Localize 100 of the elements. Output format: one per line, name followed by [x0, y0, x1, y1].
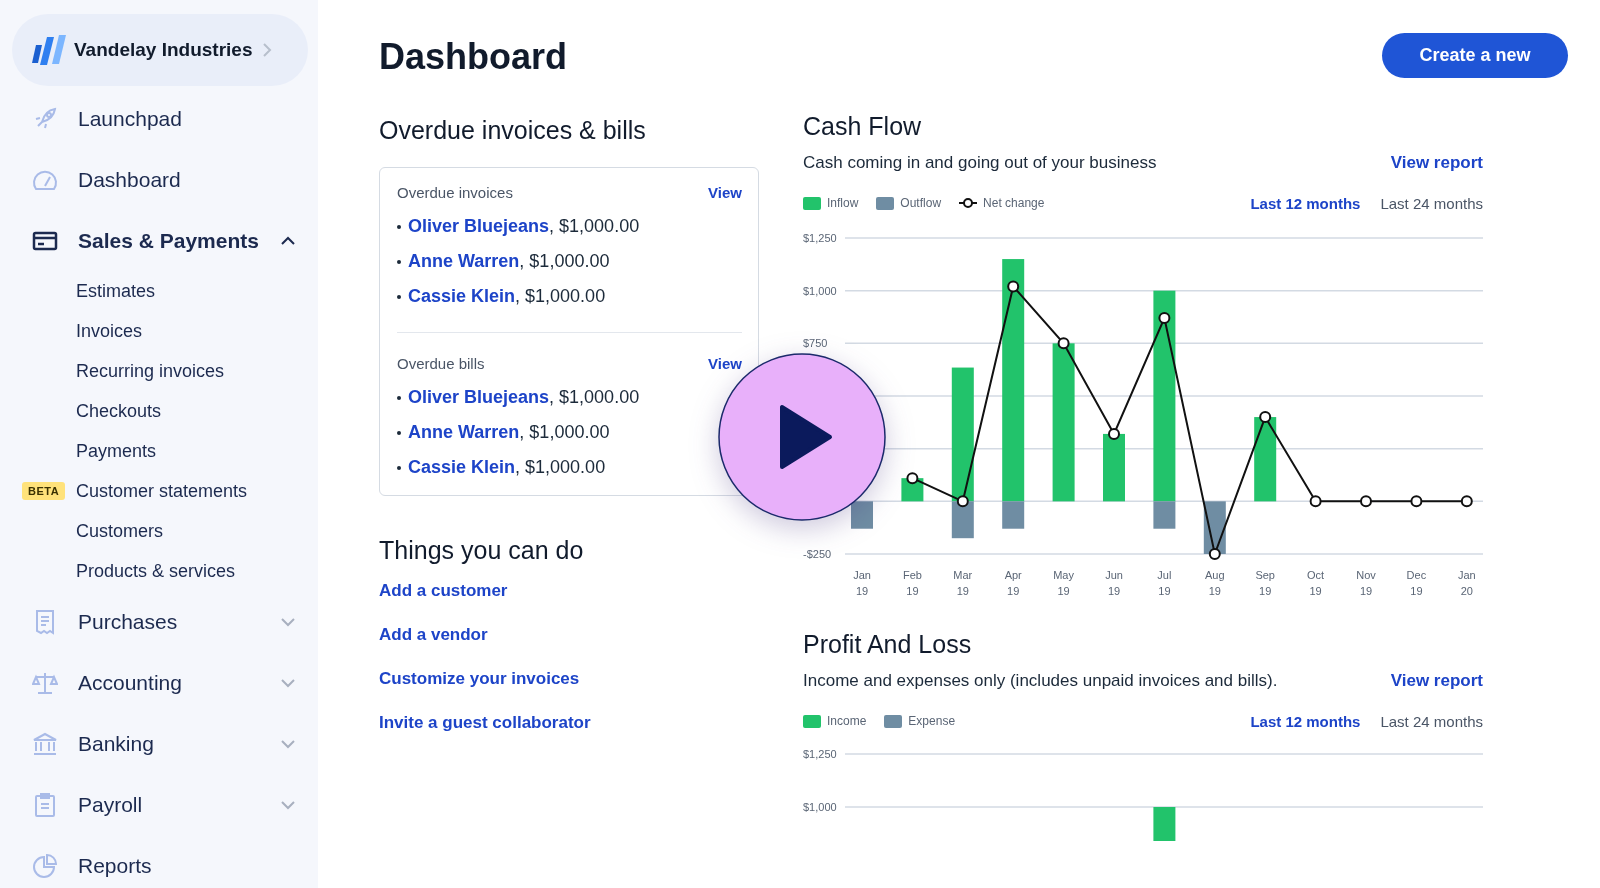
bar: [851, 501, 873, 529]
chart-title: Profit And Loss: [803, 630, 973, 659]
bullet-dot: [397, 465, 401, 470]
company-switcher[interactable]: Vandelay Industries: [12, 14, 308, 86]
legend-swatch: [876, 196, 895, 210]
pie-chart-icon: [32, 852, 58, 879]
data-point: [1108, 427, 1120, 440]
legend-label: Outflow: [900, 196, 942, 210]
data-point: [1410, 495, 1423, 508]
bullet-dot: [397, 259, 401, 264]
section-title: Overdue invoices & bills: [379, 116, 647, 145]
legend-swatch: [884, 714, 903, 728]
x-axis-label: Apr 19: [1004, 569, 1022, 597]
customer-link[interactable]: Oliver Bluejeans: [408, 387, 550, 407]
chevron-right-icon: [262, 42, 273, 58]
view-report-link[interactable]: View report: [1390, 153, 1483, 173]
period-tab[interactable]: Last 24 months: [1380, 194, 1483, 212]
customer-link[interactable]: Cassie Klein: [408, 457, 516, 477]
y-tick-label: $750: [803, 337, 828, 350]
overdue-entry: Anne Warren, $1,000.00: [408, 422, 610, 443]
view-link[interactable]: View: [708, 355, 742, 372]
data-point: [1460, 495, 1473, 508]
x-axis-label: Dec 19: [1406, 569, 1427, 597]
action-link[interactable]: Customize your invoices: [379, 669, 580, 713]
data-point: [1158, 312, 1171, 325]
data-point: [1259, 411, 1272, 424]
chart-subtitle: Income and expenses only (includes unpaid invoices and bills).: [803, 671, 1278, 691]
x-axis-label: Mar 19: [953, 569, 973, 597]
nav-item[interactable]: Sales & Payments: [0, 210, 318, 271]
nav-item[interactable]: Accounting: [0, 652, 318, 713]
section-title: Things you can do: [379, 536, 585, 565]
chart-subtitle: Cash coming in and going out of your business: [803, 153, 1157, 173]
action-link[interactable]: Add a vendor: [379, 625, 488, 669]
chart-title: Cash Flow: [803, 112, 923, 141]
y-tick-label: $1,000: [803, 801, 837, 813]
legend-label: Inflow: [827, 196, 859, 210]
nav-item[interactable]: Launchpad: [0, 88, 318, 149]
y-tick-label: $1,250: [803, 232, 837, 244]
logo-icon: [30, 33, 68, 67]
nav-subitem[interactable]: Payments: [76, 440, 157, 462]
customer-link[interactable]: Anne Warren: [408, 422, 520, 442]
bar: [1153, 807, 1176, 841]
data-point: [1007, 280, 1020, 293]
y-tick-label: -$250: [803, 548, 832, 560]
x-axis-label: Feb 19: [902, 569, 922, 597]
data-point: [1360, 495, 1372, 508]
nav-subitem[interactable]: Estimates: [76, 280, 156, 302]
view-report-link[interactable]: View report: [1390, 671, 1483, 691]
legend-swatch: [803, 714, 821, 728]
nav-item[interactable]: Reports: [0, 835, 318, 888]
overdue-entry: Anne Warren, $1,000.00: [408, 251, 610, 272]
data-point: [1309, 495, 1322, 508]
x-axis-label: Jul 19: [1157, 569, 1172, 597]
chevron-down-icon: [280, 738, 296, 749]
legend-label: Expense: [908, 714, 956, 728]
nav-subitem[interactable]: Customer statements: [76, 480, 248, 502]
nav-subitem[interactable]: Products & services: [76, 560, 236, 582]
legend-label: Income: [827, 714, 867, 728]
chevron-down-icon: [280, 677, 296, 688]
period-tab[interactable]: Last 12 months: [1250, 194, 1361, 212]
nav-subitem[interactable]: Recurring invoices: [76, 360, 225, 382]
nav-item[interactable]: Dashboard: [0, 149, 318, 210]
create-button[interactable]: Create a new: [1382, 32, 1568, 78]
x-axis-label: Jan 20: [1457, 569, 1476, 597]
nav-item[interactable]: Banking: [0, 713, 318, 774]
beta-badge: BETA: [22, 482, 66, 500]
customer-link[interactable]: Cassie Klein: [408, 286, 516, 306]
card-section-title: Overdue invoices: [397, 184, 513, 201]
x-axis-label: Jun 19: [1105, 569, 1123, 597]
legend-line-icon: [959, 197, 978, 209]
view-link[interactable]: View: [708, 184, 742, 201]
x-axis-label: Jan 19: [853, 569, 871, 597]
bullet-dot: [397, 430, 401, 435]
bullet-dot: [397, 224, 401, 229]
legend-swatch: [803, 196, 821, 210]
customer-link[interactable]: Oliver Bluejeans: [408, 216, 550, 236]
y-tick-label: $1,000: [803, 284, 837, 297]
action-link[interactable]: Add a customer: [379, 581, 508, 625]
data-point: [1057, 337, 1070, 350]
x-axis-label: May 19: [1053, 569, 1074, 597]
page-title: Dashboard: [379, 36, 568, 78]
data-point: [1208, 548, 1221, 560]
bullet-dot: [397, 395, 401, 400]
x-axis-label: Oct 19: [1307, 569, 1325, 597]
nav-subitem[interactable]: Customers: [76, 520, 164, 542]
nav-item[interactable]: Purchases: [0, 591, 318, 652]
card-section-title: Overdue bills: [397, 355, 485, 372]
period-tab[interactable]: Last 24 months: [1380, 712, 1483, 730]
nav-subitem[interactable]: Invoices: [76, 320, 143, 342]
bar: [1103, 433, 1125, 502]
data-point: [956, 495, 969, 508]
legend-label: Net change: [983, 196, 1045, 210]
customer-link[interactable]: Anne Warren: [408, 251, 520, 271]
nav-subitem[interactable]: Checkouts: [76, 400, 162, 422]
chevron-down-icon: [280, 616, 296, 627]
y-tick-label: $1,250: [803, 748, 837, 760]
action-link[interactable]: Invite a guest collaborator: [379, 713, 591, 757]
overdue-entry: Oliver Bluejeans, $1,000.00: [408, 216, 640, 237]
period-tab[interactable]: Last 12 months: [1250, 712, 1361, 730]
nav-item[interactable]: Payroll: [0, 774, 318, 835]
